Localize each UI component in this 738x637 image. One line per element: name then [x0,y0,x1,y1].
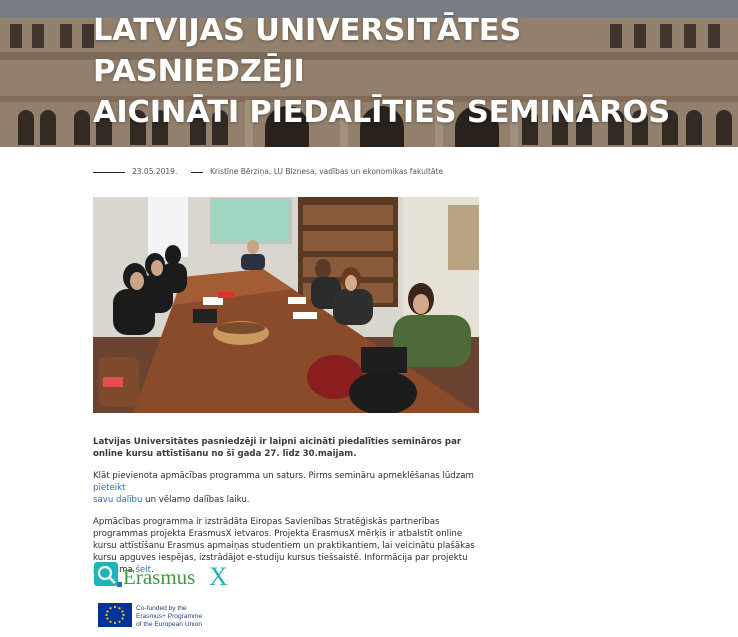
erasmusx-logo-word: Erasmus [123,565,195,589]
page-title-line-1: LATVIJAS UNIVERSITĀTES PASNIEDZĒJI [93,13,522,89]
eu-text-line-3: of the European Union [136,621,202,628]
seminar-meeting-photo [93,197,479,413]
article-paragraph-program: Klāt pievienota apmācības programma un s… [93,470,483,506]
paragraph-text: Klāt pievienota apmācības programma un s… [93,471,474,481]
eu-text-line-1: Co-funded by the [136,605,187,612]
erasmusx-logo-x: X [209,562,228,591]
hero-banner: LATVIJAS UNIVERSITĀTES PASNIEDZĒJI AICIN… [0,0,738,147]
meta-divider [191,172,203,173]
eu-flag-icon [98,603,132,627]
eu-cofunded-logo: Co-funded by the Erasmus+ Programme of t… [98,603,298,631]
article-lead: Latvijas Universitātes pasniedzēji ir la… [93,437,462,459]
page-title: LATVIJAS UNIVERSITĀTES PASNIEDZĒJI AICIN… [93,10,733,133]
participation-link[interactable]: savu dalību [93,495,142,505]
article-author: Kristīne Bērziņa, LU Biznesa, vadības un… [210,167,444,176]
eu-text-line-2: Erasmus+ Programme [136,613,203,620]
register-link[interactable]: pieteikt [93,483,126,493]
page-title-line-2: AICINĀTI PIEDALĪTIES SEMINĀROS [93,95,671,130]
erasmusx-logo[interactable]: Erasmus X [93,560,253,592]
meta-divider [93,172,125,173]
paragraph-text: un vēlamo dalības laiku. [142,495,250,505]
article-meta: 23.05.2019. Kristīne Bērziņa, LU Biznesa… [93,166,513,178]
eu-cofunded-text: Co-funded by the Erasmus+ Programme of t… [136,605,202,629]
article-date: 23.05.2019. [132,167,178,176]
